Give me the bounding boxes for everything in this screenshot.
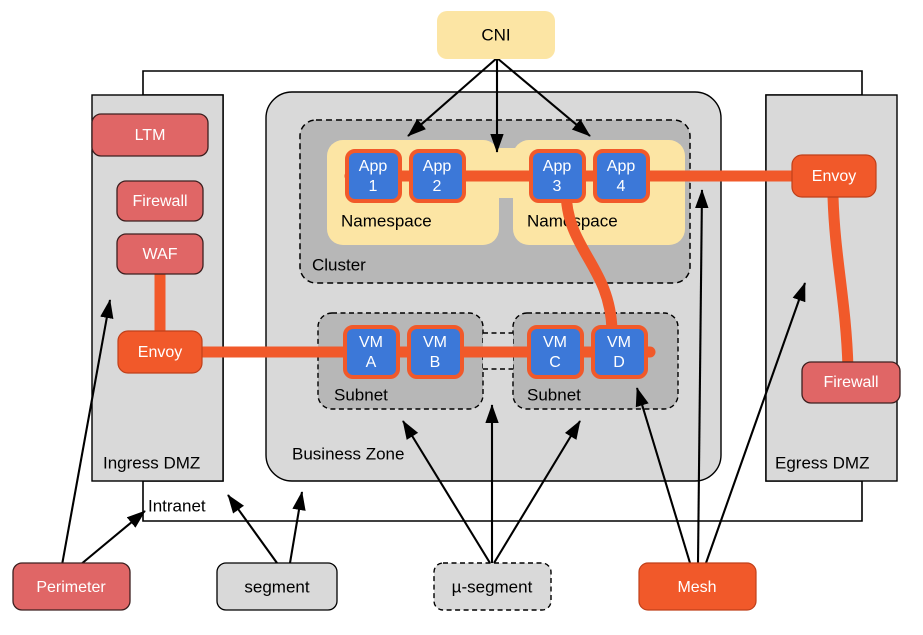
node-app4[interactable]: App 4 — [593, 149, 650, 203]
node-app3-label: App — [543, 158, 572, 175]
legend-microsegment-label: µ-segment — [452, 577, 533, 596]
legend-segment-label: segment — [244, 577, 309, 596]
node-vm-c-sublabel: C — [549, 354, 561, 371]
subnet-right-label: Subnet — [527, 385, 581, 404]
legend-perimeter[interactable]: Perimeter — [12, 562, 131, 611]
ingress-dmz-label: Ingress DMZ — [103, 453, 200, 472]
node-app1-label: App — [359, 158, 388, 175]
node-vm-a-label: VM — [359, 334, 383, 351]
subnet-left-label: Subnet — [334, 385, 388, 404]
legend-perimeter-label: Perimeter — [36, 579, 106, 596]
node-app4-label: App — [607, 158, 636, 175]
node-vm-c-label: VM — [543, 334, 567, 351]
node-waf[interactable]: WAF — [116, 233, 204, 275]
egress-dmz-label: Egress DMZ — [775, 453, 869, 472]
legend-mesh-label: Mesh — [677, 579, 716, 596]
node-vm-b-sublabel: B — [430, 354, 441, 371]
node-app1[interactable]: App 1 — [345, 149, 402, 203]
arrow-perimeter-to-intranet — [79, 510, 146, 566]
node-firewall-ingress[interactable]: Firewall — [116, 180, 204, 222]
node-vm-a-sublabel: A — [366, 354, 377, 371]
namespace-left-label: Namespace — [341, 211, 432, 230]
egress-dmz-zone — [765, 94, 898, 482]
node-vm-b[interactable]: VM B — [407, 325, 464, 379]
node-vm-d-sublabel: D — [613, 354, 625, 371]
node-ltm[interactable]: LTM — [91, 113, 209, 157]
node-envoy-ingress-label: Envoy — [138, 344, 182, 361]
node-app2-label: App — [423, 158, 452, 175]
node-app4-sublabel: 4 — [617, 178, 626, 195]
diagram-canvas: Intranet Ingress DMZ Egress DMZ Business… — [0, 0, 923, 635]
node-ltm-label: LTM — [135, 127, 166, 144]
cluster-label: Cluster — [312, 255, 366, 274]
legend-mesh[interactable]: Mesh — [638, 562, 757, 611]
node-envoy-ingress[interactable]: Envoy — [117, 330, 203, 374]
node-vm-a[interactable]: VM A — [343, 325, 400, 379]
node-vm-c[interactable]: VM C — [527, 325, 584, 379]
node-app1-sublabel: 1 — [369, 178, 378, 195]
node-envoy-egress-label: Envoy — [812, 168, 856, 185]
node-vm-b-label: VM — [423, 334, 447, 351]
arrow-segment-to-business-zone — [288, 491, 306, 564]
legend-segment[interactable]: segment — [216, 562, 338, 611]
node-firewall-egress-label: Firewall — [823, 374, 878, 391]
node-waf-label: WAF — [143, 246, 178, 263]
node-firewall-egress[interactable]: Firewall — [801, 361, 901, 404]
legend-microsegment[interactable]: µ-segment — [433, 562, 552, 611]
node-app2[interactable]: App 2 — [409, 149, 466, 203]
node-firewall-ingress-label: Firewall — [132, 193, 187, 210]
node-app2-sublabel: 2 — [433, 178, 442, 195]
business-zone-label: Business Zone — [292, 444, 404, 463]
node-vm-d[interactable]: VM D — [591, 325, 648, 379]
node-envoy-egress[interactable]: Envoy — [791, 154, 877, 198]
node-cni-label: CNI — [481, 25, 510, 44]
node-vm-d-label: VM — [607, 334, 631, 351]
arrow-segment-to-intranet — [227, 494, 278, 564]
intranet-label: Intranet — [148, 496, 206, 515]
node-cni[interactable]: CNI — [437, 11, 555, 59]
node-app3-sublabel: 3 — [553, 178, 562, 195]
node-app3[interactable]: App 3 — [529, 149, 586, 203]
